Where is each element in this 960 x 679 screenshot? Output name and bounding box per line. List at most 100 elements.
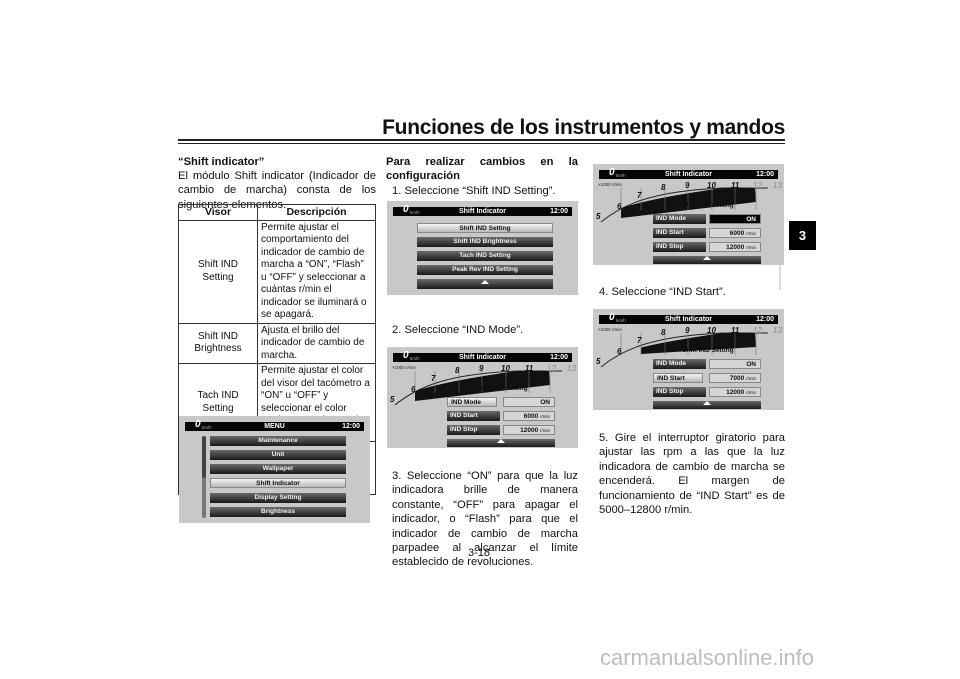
value-text: 12000 [520,427,539,434]
chapter-tab[interactable]: 3 [789,221,816,250]
back-button[interactable] [653,401,761,409]
ind-start-screen: 0 km/h Shift Indicator 12:00 ×1000 r/min 5 6 7 8… [593,309,784,410]
screen-title: Shift Indicator [458,208,507,215]
tach-tick-label: 5 [596,212,601,221]
table-row: Shift IND Setting Permite ajustar el com… [178,219,376,324]
setting-stop-value[interactable]: 12000 r/min [503,425,555,435]
setting-start-value[interactable]: 6000 r/min [709,228,761,238]
tach-tick-label: 12 [753,181,762,190]
section-heading: “Shift indicator” [178,156,265,168]
table-header-row: Visor Descripción [178,204,376,221]
tach-tick-label: 10 [707,181,716,190]
eject-icon [481,280,489,285]
tach-tick-label: 9 [685,326,690,335]
menu-scrollbar-thumb[interactable] [202,436,206,478]
value-text: ON [746,216,756,223]
setting-mode-button[interactable]: IND Mode [653,214,706,224]
tach-tick-label: 11 [525,364,534,373]
clock: 12:00 [342,423,360,430]
back-button[interactable] [417,279,553,289]
menu-item-tach-ind-setting[interactable]: Tach IND Setting [417,251,553,261]
value-unit: r/min [746,245,756,250]
setting-stop-button[interactable]: IND Stop [653,387,706,397]
menu-item-unit[interactable]: Unit [210,450,346,460]
column-header-visor: Visor [178,204,258,221]
shift-indicator-screen: 0 km/h Shift Indicator 12:00 Shift IND S… [387,201,578,295]
step-5-text: 5. Gire el interruptor giratorio para aj… [599,432,785,517]
tach-tick-label: 6 [411,385,416,394]
menu-item-shift-ind-setting[interactable]: Shift IND Setting [417,223,553,233]
setting-stop-button[interactable]: IND Stop [653,242,706,252]
menu-item-shift-indicator[interactable]: Shift Indicator [210,478,346,488]
setting-mode-button[interactable]: IND Mode [653,359,706,369]
eject-icon [703,256,711,261]
back-button[interactable] [653,256,761,264]
watermark: carmanualsonline.info [600,645,815,670]
eject-icon [497,439,505,444]
table-cell-desc: Ajusta el brillo del indicador de cambio… [257,322,376,364]
tach-tick-label: 5 [596,357,601,366]
tach-tick-label: 10 [501,364,510,373]
value-unit: r/min [746,376,756,381]
tach-tick-label: 9 [479,364,484,373]
tach-tick-label: 13 [773,181,782,190]
tach-tick-label: 11 [731,326,740,335]
menu-screen: 0 km/h MENU 12:00 Maintenance Unit Wallp… [179,416,370,523]
value-text: 12000 [726,244,745,251]
setting-mode-button[interactable]: IND Mode [447,397,497,407]
menu-item-brightness[interactable]: Brightness [210,507,346,517]
value-text: ON [540,399,550,406]
setting-stop-value[interactable]: 12000 r/min [709,242,761,252]
menu-item-shift-ind-brightness[interactable]: Shift IND Brightness [417,237,553,247]
table-cell-visor: Shift IND Setting [178,219,258,324]
value-text: ON [746,361,756,368]
screen-status-bar: 0 km/h Shift Indicator 12:00 [393,205,572,216]
value-unit: r/min [540,428,550,433]
step-1: 1. Seleccione “Shift IND Setting”. [392,185,556,197]
setting-start-button[interactable]: IND Start [653,373,703,383]
tach-tick-label: 7 [637,191,642,200]
menu-item-peak-rev-ind-setting[interactable]: Peak Rev IND Setting [417,265,553,275]
value-text: 6000 [523,413,539,420]
header-rule [178,139,785,141]
section-heading-config: Para realizar cambios en la configuració… [386,156,578,183]
tach-tick-label: 12 [547,364,556,373]
setting-start-value[interactable]: 6000 r/min [503,411,555,421]
tach-tick-label: 12 [753,326,762,335]
page-number: 3-18 [468,547,491,559]
tach-tick-label: 7 [431,374,436,383]
menu-item-display-setting[interactable]: Display Setting [210,493,346,503]
tach-tick-label: 5 [390,395,395,404]
setting-mode-value[interactable]: ON [503,397,555,407]
tach-tick-label: 9 [685,181,690,190]
table-row: Shift IND Brightness Ajusta el brillo de… [178,322,376,364]
menu-item-maintenance[interactable]: Maintenance [210,436,346,446]
screen-subtitle: Shift IND Setting [682,202,734,209]
screen-title: MENU [264,423,285,430]
setting-start-value[interactable]: 7000 r/min [709,373,761,383]
setting-start-button[interactable]: IND Start [653,228,706,238]
setting-stop-value[interactable]: 12000 r/min [709,387,761,397]
setting-mode-value[interactable]: ON [709,214,761,224]
table-cell-visor: Shift IND Brightness [178,322,258,364]
value-text: 12000 [726,389,745,396]
page-title: Funciones de los instrumentos y mandos [382,116,785,139]
value-unit: r/min [746,231,756,236]
step-4: 4. Seleccione “IND Start”. [599,286,726,298]
setting-mode-value[interactable]: ON [709,359,761,369]
step-2: 2. Seleccione “IND Mode”. [392,324,524,336]
menu-item-wallpaper[interactable]: Wallpaper [210,464,346,474]
ind-mode-value-screen: 0 km/h Shift Indicator 12:00 ×1000 r/min 5 6 7 8… [593,164,784,265]
tach-tick-label: 13 [773,326,782,335]
tach-tick-label: 7 [637,336,642,345]
tach-tick-label: 13 [567,364,576,373]
tach-tick-label: 8 [661,328,666,337]
table-cell-desc: Permite ajustar el comportamiento del in… [257,219,376,324]
value-text: 6000 [729,230,745,237]
screen-subtitle: Shift IND Setting [682,347,734,354]
tach-tick-label: 8 [455,366,460,375]
back-button[interactable] [447,439,555,447]
setting-start-button[interactable]: IND Start [447,411,500,421]
setting-stop-button[interactable]: IND Stop [447,425,500,435]
column-header-descripcion: Descripción [257,204,376,221]
